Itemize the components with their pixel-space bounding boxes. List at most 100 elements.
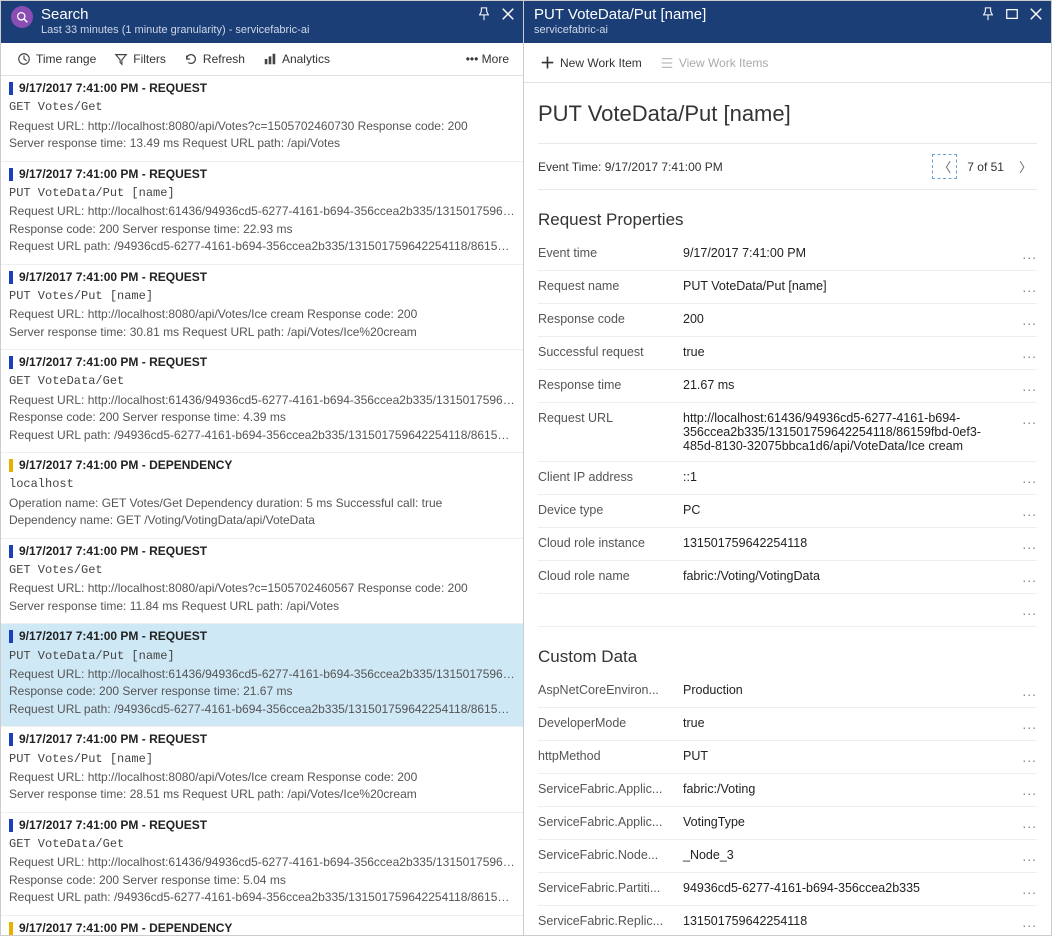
filters-button[interactable]: Filters [106,49,174,69]
analytics-label: Analytics [282,52,330,66]
property-value: _Node_3 [683,848,1022,862]
pin-icon[interactable] [477,7,491,21]
row-heading: 9/17/2017 7:41:00 PM - REQUEST [19,166,207,183]
more-properties-button[interactable]: ... [538,594,1037,627]
property-more-button[interactable]: ... [1022,411,1037,427]
refresh-button[interactable]: Refresh [176,49,253,69]
property-row: ServiceFabric.Applic...VotingType... [538,807,1037,840]
property-row: ServiceFabric.Applic...fabric:/Voting... [538,774,1037,807]
property-key: ServiceFabric.Node... [538,848,683,862]
property-key: Cloud role name [538,569,683,583]
prev-button[interactable]: 〈 [932,154,957,179]
row-meta: Server response time: 11.84 ms Request U… [9,598,515,615]
row-heading: 9/17/2017 7:41:00 PM - REQUEST [19,354,207,371]
property-key: ServiceFabric.Applic... [538,782,683,796]
property-value: 131501759642254118 [683,914,1022,928]
property-more-button[interactable]: ... [1022,470,1037,486]
time-range-label: Time range [36,52,96,66]
analytics-button[interactable]: Analytics [255,49,338,69]
property-more-button[interactable]: ... [1022,716,1037,732]
request-indicator-icon [9,819,13,832]
request-indicator-icon [9,630,13,643]
property-key: AspNetCoreEnviron... [538,683,683,697]
search-result-row[interactable]: 9/17/2017 7:41:00 PM - DEPENDENCY localho… [1,453,523,539]
row-meta: Response code: 200 Server response time:… [9,872,515,889]
property-more-button[interactable]: ... [1022,914,1037,930]
property-key: Event time [538,246,683,260]
pager-text: 7 of 51 [967,160,1004,174]
property-more-button[interactable]: ... [1022,279,1037,295]
request-indicator-icon [9,545,13,558]
more-button[interactable]: ••• More [460,49,515,69]
new-work-item-button[interactable]: ＋ New Work Item [532,49,650,76]
row-heading: 9/17/2017 7:41:00 PM - DEPENDENCY [19,457,232,474]
row-method: localhost [9,476,515,493]
maximize-icon[interactable] [1005,7,1019,21]
property-more-button[interactable]: ... [1022,378,1037,394]
search-result-row[interactable]: 9/17/2017 7:41:00 PM - REQUESTGET Votes/… [1,539,523,625]
property-value: 21.67 ms [683,378,1022,392]
property-row: Cloud role namefabric:/Voting/VotingData… [538,561,1037,594]
row-heading: 9/17/2017 7:41:00 PM - REQUEST [19,731,207,748]
row-meta: Response code: 200 Server response time:… [9,409,515,426]
detail-body: PUT VoteData/Put [name] Event Time: 9/17… [524,83,1051,935]
custom-data-heading: Custom Data [538,647,1037,667]
search-pane-header: Search Last 33 minutes (1 minute granula… [1,1,523,43]
property-key: Successful request [538,345,683,359]
property-more-button[interactable]: ... [1022,749,1037,765]
property-more-button[interactable]: ... [1022,312,1037,328]
property-more-button[interactable]: ... [1022,815,1037,831]
property-key: Cloud role instance [538,536,683,550]
property-more-button[interactable]: ... [1022,782,1037,798]
search-result-row[interactable]: 9/17/2017 7:41:00 PM - REQUESTGET VoteDa… [1,350,523,453]
property-value: 131501759642254118 [683,536,1022,550]
property-value: fabric:/Voting [683,782,1022,796]
request-indicator-icon [9,271,13,284]
detail-pane-header: PUT VoteData/Put [name] servicefabric-ai [524,1,1051,43]
property-more-button[interactable]: ... [1022,345,1037,361]
property-more-button[interactable]: ... [1022,246,1037,262]
property-key: ServiceFabric.Applic... [538,815,683,829]
time-range-button[interactable]: Time range [9,49,104,69]
row-heading: 9/17/2017 7:41:00 PM - REQUEST [19,628,207,645]
property-value: ::1 [683,470,1022,484]
search-result-row[interactable]: 9/17/2017 7:41:00 PM - REQUESTPUT Votes/… [1,265,523,351]
dependency-indicator-icon [9,922,13,935]
property-value: Production [683,683,1022,697]
property-more-button[interactable]: ... [1022,848,1037,864]
event-time-label: Event Time: [538,160,605,174]
property-more-button[interactable]: ... [1022,569,1037,585]
search-result-row[interactable]: 9/17/2017 7:41:00 PM - REQUESTGET VoteDa… [1,813,523,916]
property-more-button[interactable]: ... [1022,503,1037,519]
refresh-icon [184,52,198,66]
property-row: DeveloperModetrue... [538,708,1037,741]
pin-icon[interactable] [981,7,995,21]
view-work-items-button[interactable]: View Work Items [652,53,777,73]
row-heading: 9/17/2017 7:41:00 PM - REQUEST [19,80,207,97]
search-result-row[interactable]: 9/17/2017 7:41:00 PM - REQUESTPUT VoteDa… [1,162,523,265]
property-value: PUT VoteData/Put [name] [683,279,1022,293]
row-heading: 9/17/2017 7:41:00 PM - REQUEST [19,817,207,834]
row-meta: Request URL: http://localhost:61436/9493… [9,854,515,871]
search-results-list[interactable]: 9/17/2017 7:41:00 PM - REQUESTGET Votes/… [1,76,523,935]
close-icon[interactable] [1029,7,1043,21]
property-row: Successful requesttrue... [538,337,1037,370]
search-result-row[interactable]: 9/17/2017 7:41:00 PM - DEPENDENCYlocalho… [1,916,523,935]
search-result-row[interactable]: 9/17/2017 7:41:00 PM - REQUESTPUT VoteDa… [1,624,523,727]
close-icon[interactable] [501,7,515,21]
property-more-button[interactable]: ... [1022,881,1037,897]
row-meta: Server response time: 13.49 ms Request U… [9,135,515,152]
row-heading: 9/17/2017 7:41:00 PM - REQUEST [19,543,207,560]
search-result-row[interactable]: 9/17/2017 7:41:00 PM - REQUESTPUT Votes/… [1,727,523,813]
property-row: Response code200... [538,304,1037,337]
pager: 〈 7 of 51 〉 [932,154,1037,179]
property-key: Response code [538,312,683,326]
property-row: AspNetCoreEnviron...Production... [538,675,1037,708]
property-more-button[interactable]: ... [1022,683,1037,699]
next-button[interactable]: 〉 [1014,155,1037,178]
custom-data-list: AspNetCoreEnviron...Production...Develop… [538,675,1037,935]
property-key: Client IP address [538,470,683,484]
row-meta: Operation name: GET Votes/Get Dependency… [9,495,515,512]
property-more-button[interactable]: ... [1022,536,1037,552]
search-result-row[interactable]: 9/17/2017 7:41:00 PM - REQUESTGET Votes/… [1,76,523,162]
